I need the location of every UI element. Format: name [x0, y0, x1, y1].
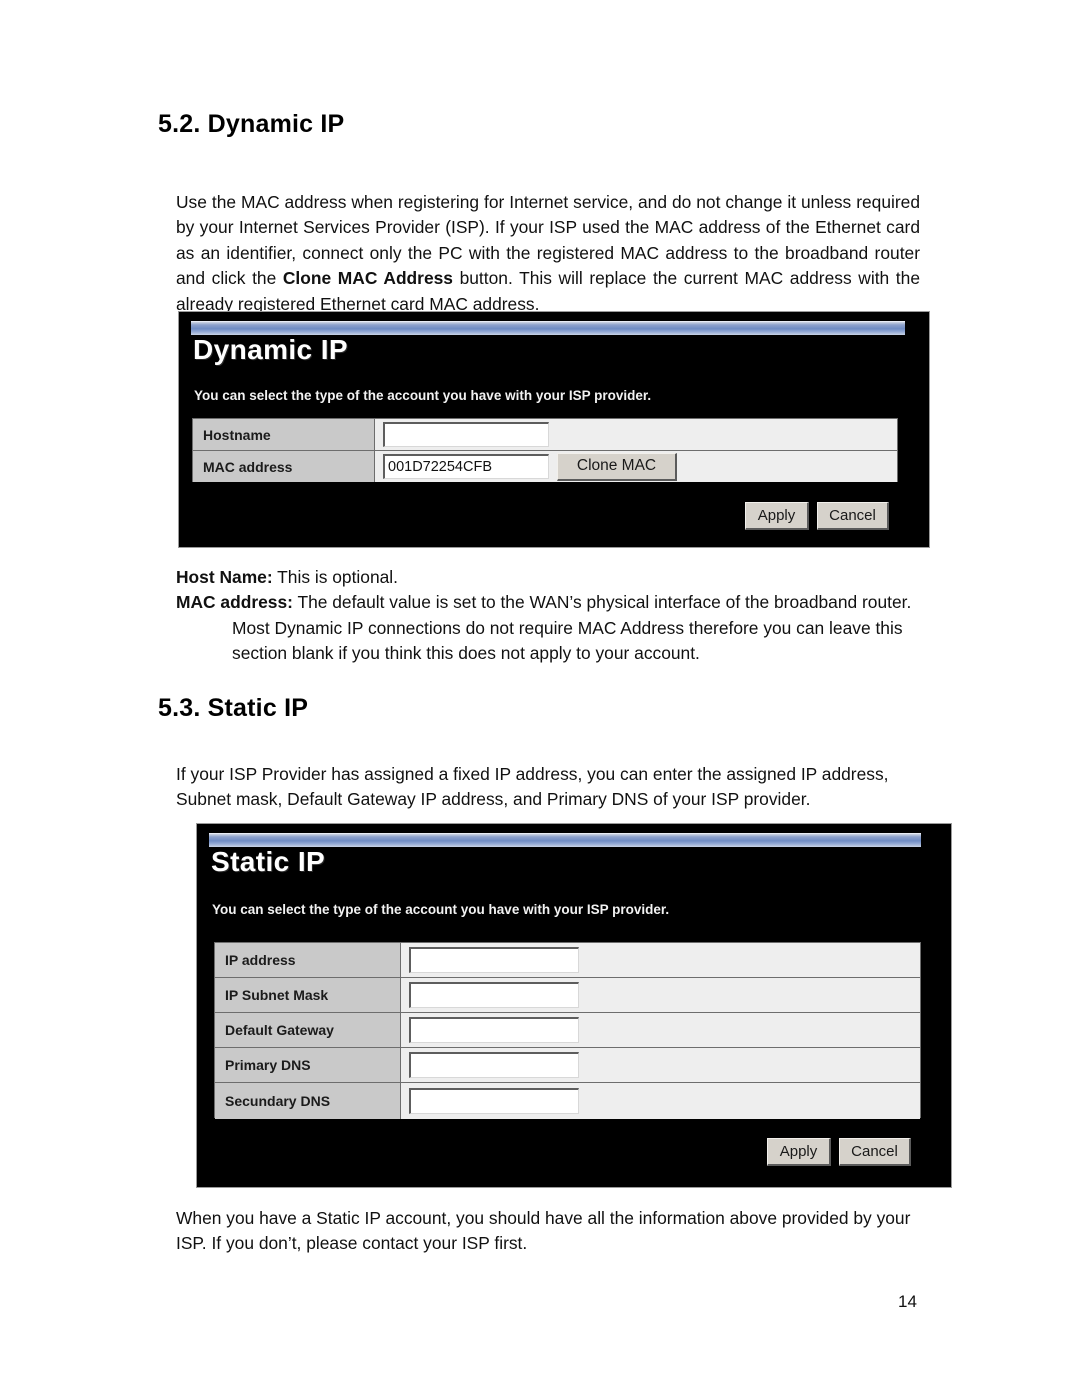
field-value-cell-default-gateway — [401, 1013, 920, 1047]
table-row: IP address — [215, 943, 920, 978]
table-row: Default Gateway — [215, 1013, 920, 1048]
table-row: Secundary DNS — [215, 1083, 920, 1119]
section-heading-dynamic-ip: 5.2. Dynamic IP — [158, 110, 345, 138]
static-ip-panel-actions: Apply Cancel — [767, 1138, 911, 1166]
field-label-ip-subnet-mask: IP Subnet Mask — [215, 978, 401, 1012]
field-label-ip-address: IP address — [215, 943, 401, 977]
dynamic-ip-field-notes: Host Name: This is optional. MAC address… — [176, 565, 924, 667]
note-mac-address-text: The default value is set to the WAN’s ph… — [232, 592, 912, 664]
table-row: MAC address 001D72254CFB Clone MAC — [193, 451, 897, 482]
note-mac-address-label: MAC address: — [176, 592, 293, 613]
field-value-cell-hostname — [375, 419, 897, 450]
cancel-button[interactable]: Cancel — [839, 1138, 911, 1166]
field-value-cell-secundary-dns — [401, 1083, 920, 1119]
dynamic-ip-admin-panel: Dynamic IP You can select the type of th… — [178, 311, 930, 548]
table-row: IP Subnet Mask — [215, 978, 920, 1013]
clone-mac-button[interactable]: Clone MAC — [557, 452, 677, 481]
paragraph-static-ip-footer: When you have a Static IP account, you s… — [176, 1208, 911, 1254]
panel-description-static-ip: You can select the type of the account y… — [212, 902, 670, 917]
note-host-name: Host Name: This is optional. — [176, 565, 924, 590]
section-heading-static-ip: 5.3. Static IP — [158, 694, 309, 722]
apply-button[interactable]: Apply — [745, 502, 809, 530]
apply-button[interactable]: Apply — [767, 1138, 831, 1166]
field-value-cell-mac-address: 001D72254CFB Clone MAC — [375, 451, 897, 482]
note-host-name-label: Host Name: — [176, 567, 273, 587]
primary-dns-input[interactable] — [409, 1052, 579, 1078]
panel-titlebar-gradient — [209, 833, 921, 847]
field-value-cell-ip-subnet-mask — [401, 978, 920, 1012]
dynamic-ip-panel-actions: Apply Cancel — [745, 502, 889, 530]
document-page: 5.2. Dynamic IP Use the MAC address when… — [0, 0, 1080, 1397]
panel-description-dynamic-ip: You can select the type of the account y… — [194, 388, 652, 403]
field-value-cell-ip-address — [401, 943, 920, 977]
table-row: Hostname — [193, 419, 897, 451]
ip-address-input[interactable] — [409, 947, 579, 973]
cancel-button[interactable]: Cancel — [817, 502, 889, 530]
panel-title-static-ip: Static IP — [211, 846, 326, 877]
intro-bold-phrase: Clone MAC Address — [282, 268, 453, 289]
page-number: 14 — [898, 1292, 917, 1311]
default-gateway-input[interactable] — [409, 1017, 579, 1043]
note-host-name-text: This is optional. — [272, 567, 398, 587]
hostname-input[interactable] — [383, 422, 549, 447]
ip-subnet-mask-input[interactable] — [409, 982, 579, 1008]
field-label-secundary-dns: Secundary DNS — [215, 1083, 401, 1119]
panel-titlebar-gradient — [191, 321, 905, 335]
field-label-primary-dns: Primary DNS — [215, 1048, 401, 1082]
field-value-cell-primary-dns — [401, 1048, 920, 1082]
paragraph-static-ip-intro: If your ISP Provider has assigned a fixe… — [176, 764, 889, 810]
paragraph-dynamic-ip-intro: Use the MAC address when registering for… — [176, 192, 920, 314]
static-ip-admin-panel: Static IP You can select the type of the… — [196, 823, 952, 1188]
field-label-mac-address: MAC address — [193, 451, 375, 482]
mac-address-input[interactable]: 001D72254CFB — [383, 454, 549, 479]
field-label-hostname: Hostname — [193, 419, 375, 450]
note-mac-address: MAC address: The default value is set to… — [176, 590, 924, 666]
dynamic-ip-form-table: Hostname MAC address 001D72254CFB Clone … — [192, 418, 898, 482]
field-label-default-gateway: Default Gateway — [215, 1013, 401, 1047]
table-row: Primary DNS — [215, 1048, 920, 1083]
secundary-dns-input[interactable] — [409, 1088, 579, 1114]
panel-title-dynamic-ip: Dynamic IP — [193, 334, 348, 365]
static-ip-form-table: IP address IP Subnet Mask Default Gatewa… — [214, 942, 921, 1119]
